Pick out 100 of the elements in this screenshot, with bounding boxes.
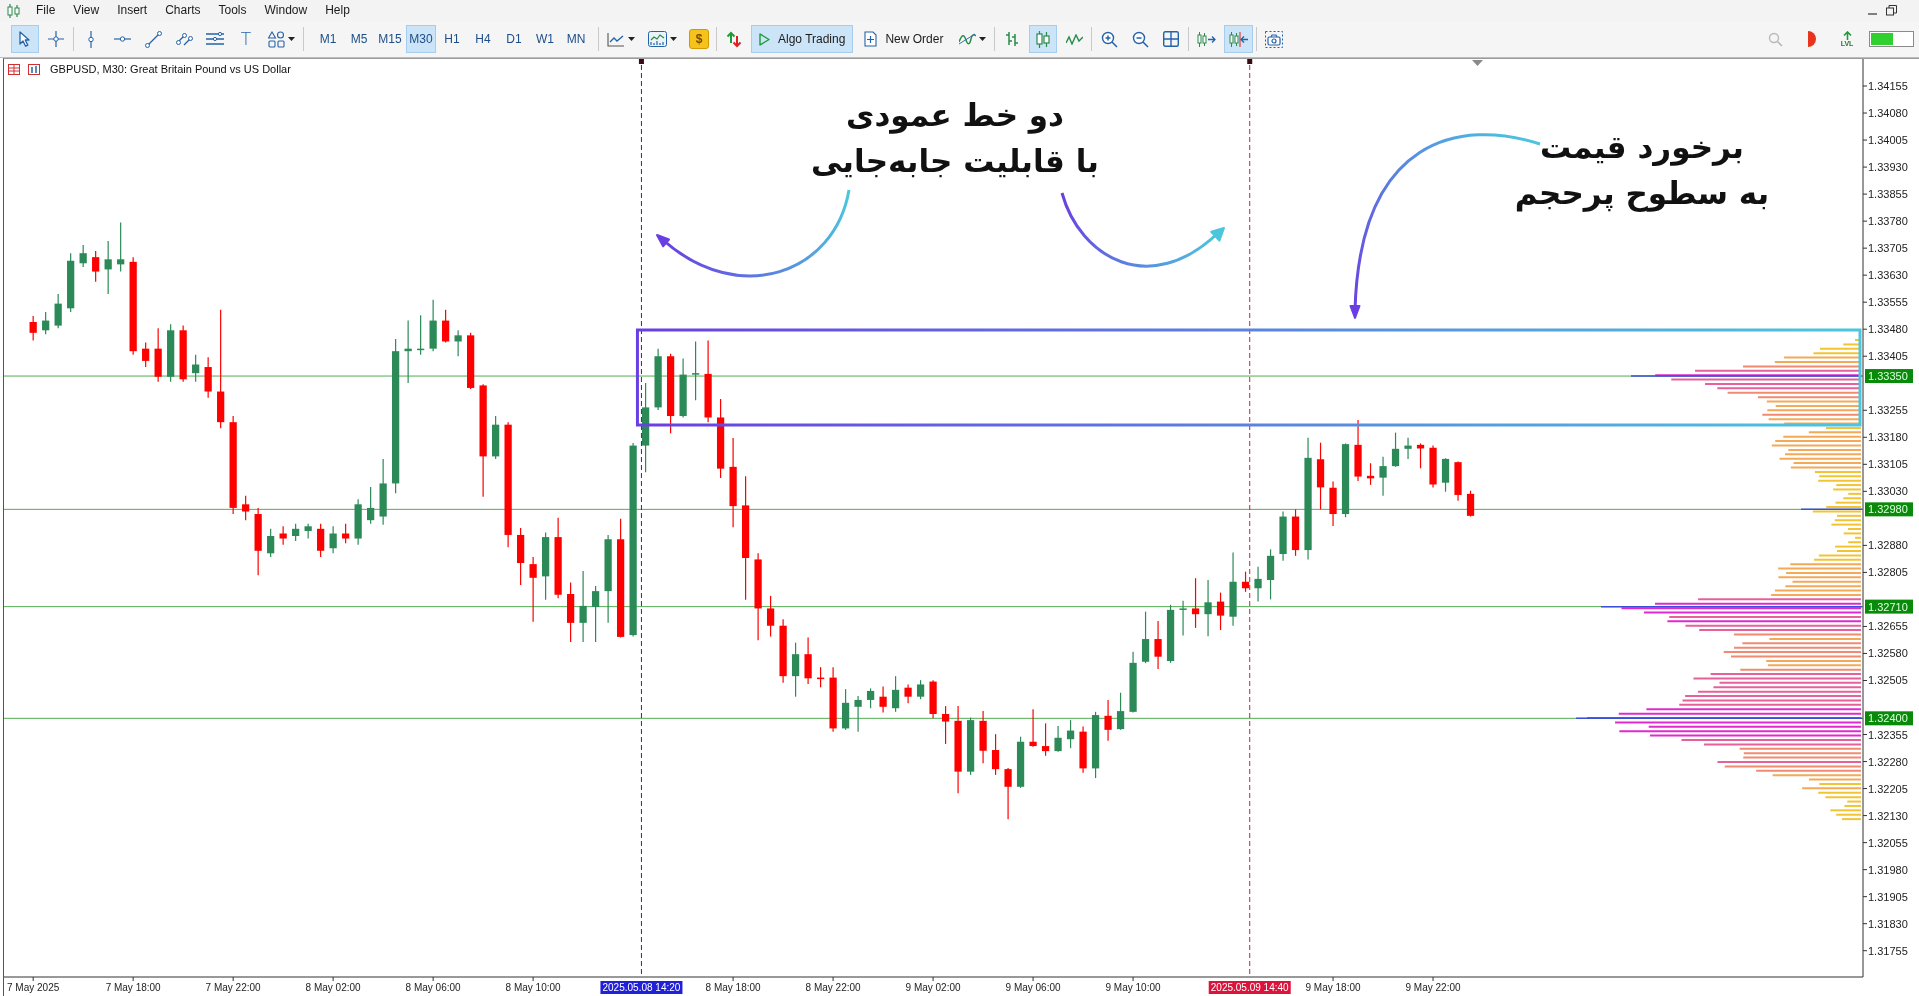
horizontal-line-icon xyxy=(113,36,131,42)
timeframe-button[interactable]: D1 xyxy=(499,25,529,53)
ref-line-label: 1.33350 xyxy=(1868,370,1908,383)
time-label: 8 May 06:00 xyxy=(405,982,461,993)
price-label: 1.33105 xyxy=(1868,458,1908,471)
candle xyxy=(54,293,62,329)
candle xyxy=(567,581,575,643)
candle xyxy=(417,314,425,356)
candle xyxy=(866,687,875,709)
candle xyxy=(1004,767,1012,820)
candle xyxy=(354,498,362,546)
vertical-line-icon xyxy=(88,30,94,48)
price-tag: 1.32400 xyxy=(1865,711,1913,726)
candle xyxy=(1404,437,1412,460)
chart-shift-button[interactable] xyxy=(1224,25,1254,53)
candle xyxy=(1379,456,1387,497)
timeframe-button[interactable]: H1 xyxy=(437,25,467,53)
menu-item[interactable]: Tools xyxy=(209,0,256,21)
play-icon xyxy=(759,32,770,46)
candle xyxy=(254,507,262,576)
channel-icon xyxy=(175,30,193,48)
price-label: 1.33855 xyxy=(1868,188,1908,201)
timeframe-button[interactable]: MN xyxy=(561,25,591,53)
timeframe-button[interactable]: W1 xyxy=(530,25,560,53)
price-label: 1.33255 xyxy=(1868,404,1908,417)
price-tag: 1.32710 xyxy=(1865,599,1913,614)
zoom-in-icon xyxy=(1100,30,1118,48)
candle xyxy=(1241,571,1250,593)
candles-icon xyxy=(7,3,20,18)
candle xyxy=(529,556,537,623)
select-button[interactable] xyxy=(11,25,39,53)
candle xyxy=(879,686,887,714)
price-label: 1.33930 xyxy=(1868,161,1908,174)
menu-item[interactable]: View xyxy=(64,0,109,21)
time-label: 8 May 02:00 xyxy=(305,982,361,993)
candle xyxy=(1466,490,1475,518)
time-label: 7 May 18:00 xyxy=(105,982,161,993)
timeframe-button[interactable]: M1 xyxy=(313,25,343,53)
menu-item[interactable]: Help xyxy=(316,0,359,21)
shift-marker-icon[interactable] xyxy=(1472,60,1483,66)
candle xyxy=(592,585,600,643)
candle xyxy=(1154,620,1162,670)
candle xyxy=(941,705,950,745)
timeframe-button[interactable]: M5 xyxy=(344,25,374,53)
price-label: 1.34155 xyxy=(1868,80,1908,92)
price-label: 1.33405 xyxy=(1868,350,1908,363)
candle xyxy=(92,250,100,283)
price-label: 1.32880 xyxy=(1868,539,1908,552)
candle xyxy=(167,323,175,383)
menu-item[interactable]: Window xyxy=(255,0,317,21)
candle xyxy=(1416,442,1425,469)
candle xyxy=(154,327,162,383)
arrow-up-icon xyxy=(1842,30,1852,40)
candle xyxy=(679,357,687,419)
candle xyxy=(279,525,287,546)
price-label: 1.32130 xyxy=(1868,809,1908,822)
price-label: 1.32805 xyxy=(1868,566,1908,579)
candle xyxy=(542,531,550,601)
menu-item[interactable]: Insert xyxy=(108,0,157,21)
menu-item[interactable]: File xyxy=(27,0,65,21)
chart-icon xyxy=(28,63,40,75)
candle xyxy=(779,618,787,684)
candle xyxy=(1291,508,1300,557)
camera-icon xyxy=(1265,30,1284,48)
price-label: 1.32055 xyxy=(1868,836,1908,849)
wave-icon xyxy=(959,33,977,45)
caret-icon xyxy=(979,37,987,41)
time-label: 9 May 02:00 xyxy=(905,982,961,993)
candle xyxy=(1391,432,1400,468)
candle xyxy=(142,341,150,368)
candle xyxy=(79,244,87,268)
text-tool-button[interactable]: T xyxy=(232,25,260,53)
candle xyxy=(1254,566,1262,603)
candle xyxy=(1129,651,1137,714)
candle xyxy=(342,523,350,544)
bars-icon xyxy=(1005,31,1020,47)
candles-arrow-left-icon xyxy=(1229,31,1249,47)
time-label: 9 May 06:00 xyxy=(1005,982,1061,993)
candle xyxy=(1266,548,1275,600)
candle xyxy=(204,356,212,399)
dollar-button[interactable]: $ xyxy=(689,29,709,49)
new-order-button[interactable]: New Order xyxy=(856,25,952,53)
restore-icon[interactable] xyxy=(1886,5,1897,16)
zoom-out-icon xyxy=(1131,30,1149,48)
candles-arrow-right-icon xyxy=(1197,31,1217,47)
candle xyxy=(442,309,450,344)
time-label: 7 May 2025 xyxy=(7,982,60,993)
price-label: 1.32205 xyxy=(1868,782,1908,795)
candle xyxy=(904,683,912,704)
candlestick-button[interactable] xyxy=(1029,25,1058,53)
menu-item[interactable]: Charts xyxy=(156,0,210,21)
timeframe-button[interactable]: M30 xyxy=(406,25,436,53)
timeframe-button[interactable]: H4 xyxy=(468,25,498,53)
algo-trading-button[interactable]: Algo Trading xyxy=(751,25,854,53)
price-label: 1.32355 xyxy=(1868,728,1908,741)
price-label: 1.32580 xyxy=(1868,647,1908,660)
candle xyxy=(404,319,412,384)
candle xyxy=(654,348,662,411)
candle xyxy=(816,666,825,688)
timeframe-button[interactable]: M15 xyxy=(375,25,405,53)
